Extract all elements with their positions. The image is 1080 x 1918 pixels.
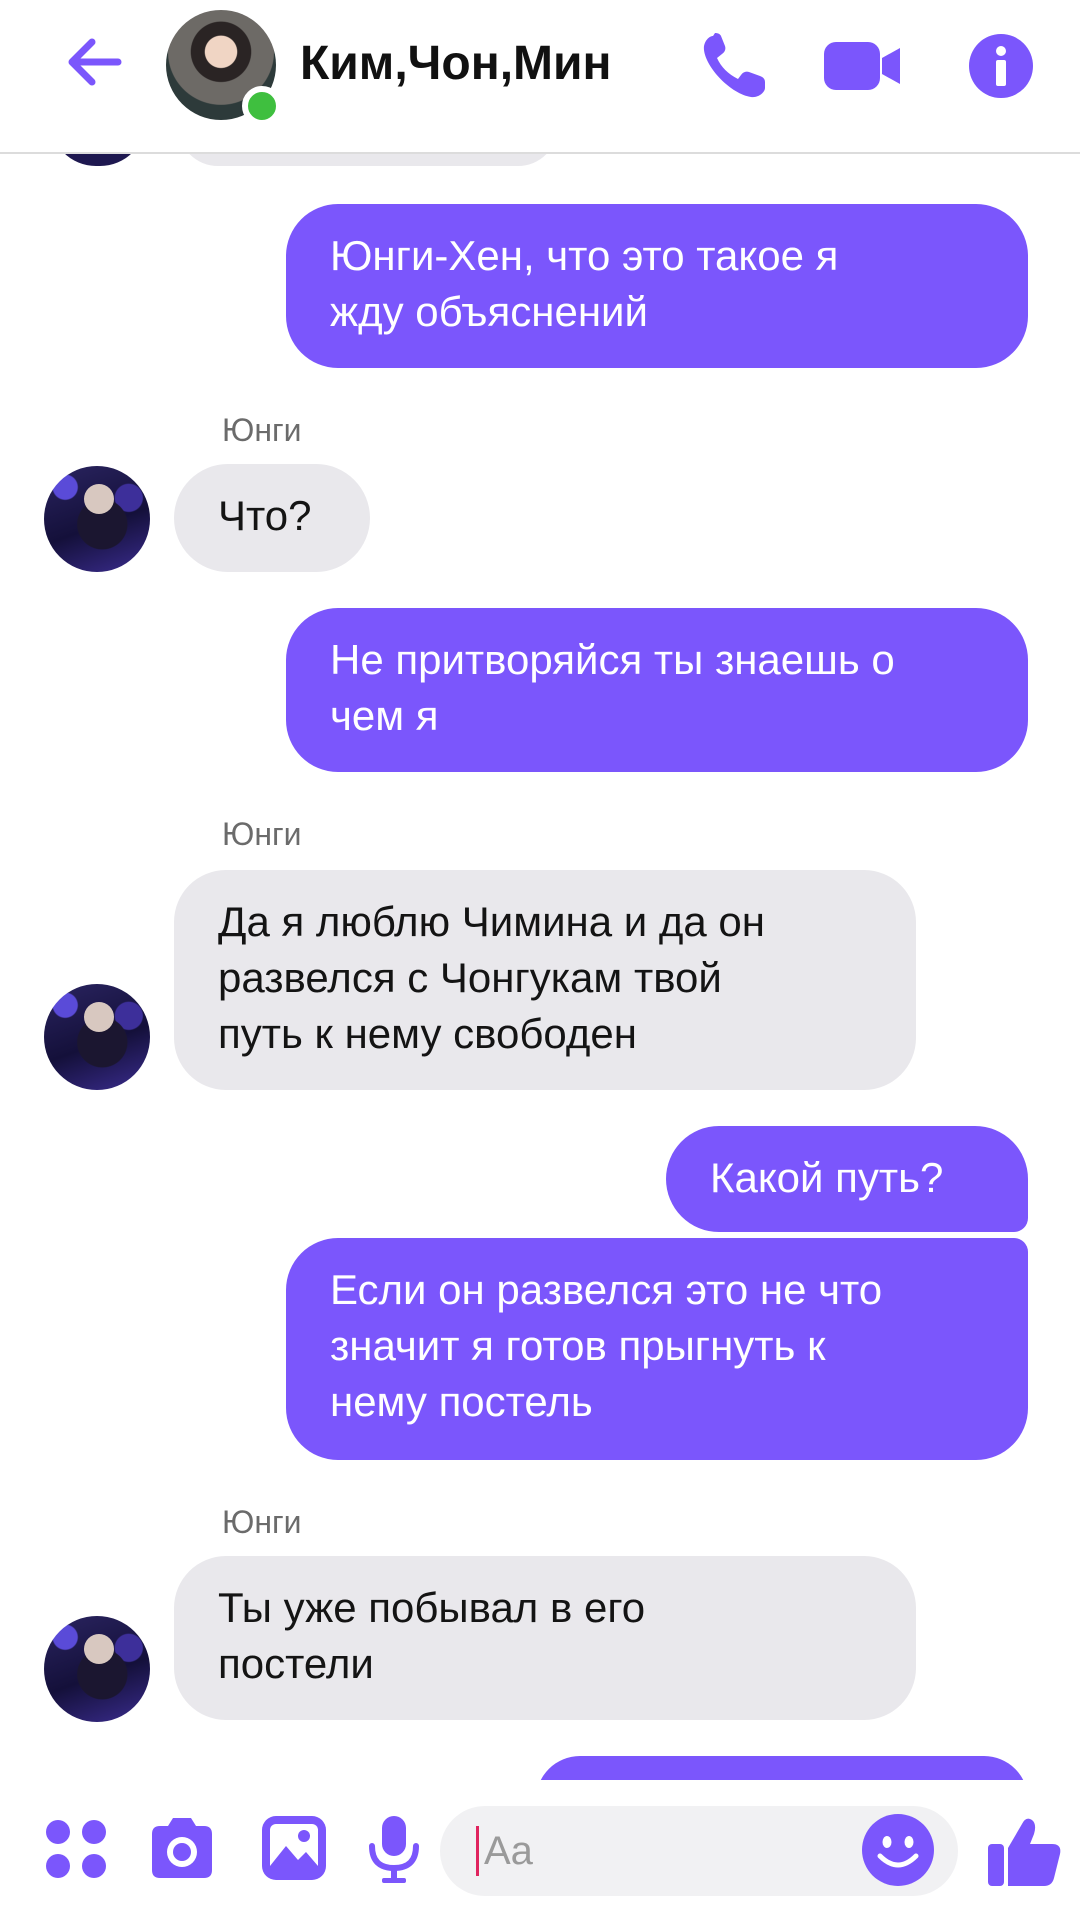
video-call-button[interactable] [822,26,902,106]
message-composer: Aa [0,1780,1080,1918]
gallery-icon [262,1816,326,1880]
sender-name: Юнги [222,816,302,852]
apps-button[interactable] [38,1810,114,1886]
gallery-button[interactable] [256,1810,332,1886]
avatar[interactable] [44,984,150,1090]
microphone-icon [369,1816,419,1883]
message-bubble-clipped [536,1756,1028,1780]
avatar[interactable] [44,1616,150,1722]
phone-icon [703,33,765,98]
sender-name: Юнги [222,1504,302,1540]
voice-record-button[interactable] [356,1810,432,1886]
info-icon [969,34,1033,98]
text-cursor [476,1826,479,1876]
emoji-icon [862,1814,934,1886]
avatar[interactable] [44,466,150,572]
message-bubble-outgoing[interactable]: Юнги-Хен, что это такое я жду объяснений [286,204,1028,368]
video-camera-icon [824,42,900,90]
message-bubble-outgoing[interactable]: Если он развелся это не что значит я гот… [286,1238,1028,1460]
message-input-placeholder: Aa [484,1829,533,1873]
avatar[interactable] [166,10,282,126]
message-list[interactable]: Юнги-Хен, что это такое я жду объяснений… [0,0,1080,1780]
chat-header: Ким,Чон,Мин [0,0,1080,154]
chat-title[interactable]: Ким,Чон,Мин [300,36,612,91]
message-bubble-incoming[interactable]: Да я люблю Чимина и да он развелся с Чон… [174,870,916,1090]
camera-icon [152,1818,212,1878]
sender-name: Юнги [222,412,302,448]
emoji-button[interactable] [860,1812,936,1888]
message-bubble-outgoing[interactable]: Какой путь? [666,1126,1028,1232]
call-button[interactable] [695,26,775,106]
back-arrow-icon [68,38,122,86]
message-bubble-outgoing[interactable]: Не притворяйся ты знаешь о чем я [286,608,1028,772]
thumbs-up-icon [988,1818,1061,1886]
info-button[interactable] [961,26,1041,106]
back-button[interactable] [58,28,130,100]
message-bubble-incoming[interactable]: Что? [174,464,370,572]
like-button[interactable] [982,1808,1066,1892]
apps-grid-icon [46,1820,106,1878]
online-indicator [242,86,282,126]
camera-button[interactable] [144,1810,220,1886]
message-bubble-incoming[interactable]: Ты уже побывал в его постели [174,1556,916,1720]
